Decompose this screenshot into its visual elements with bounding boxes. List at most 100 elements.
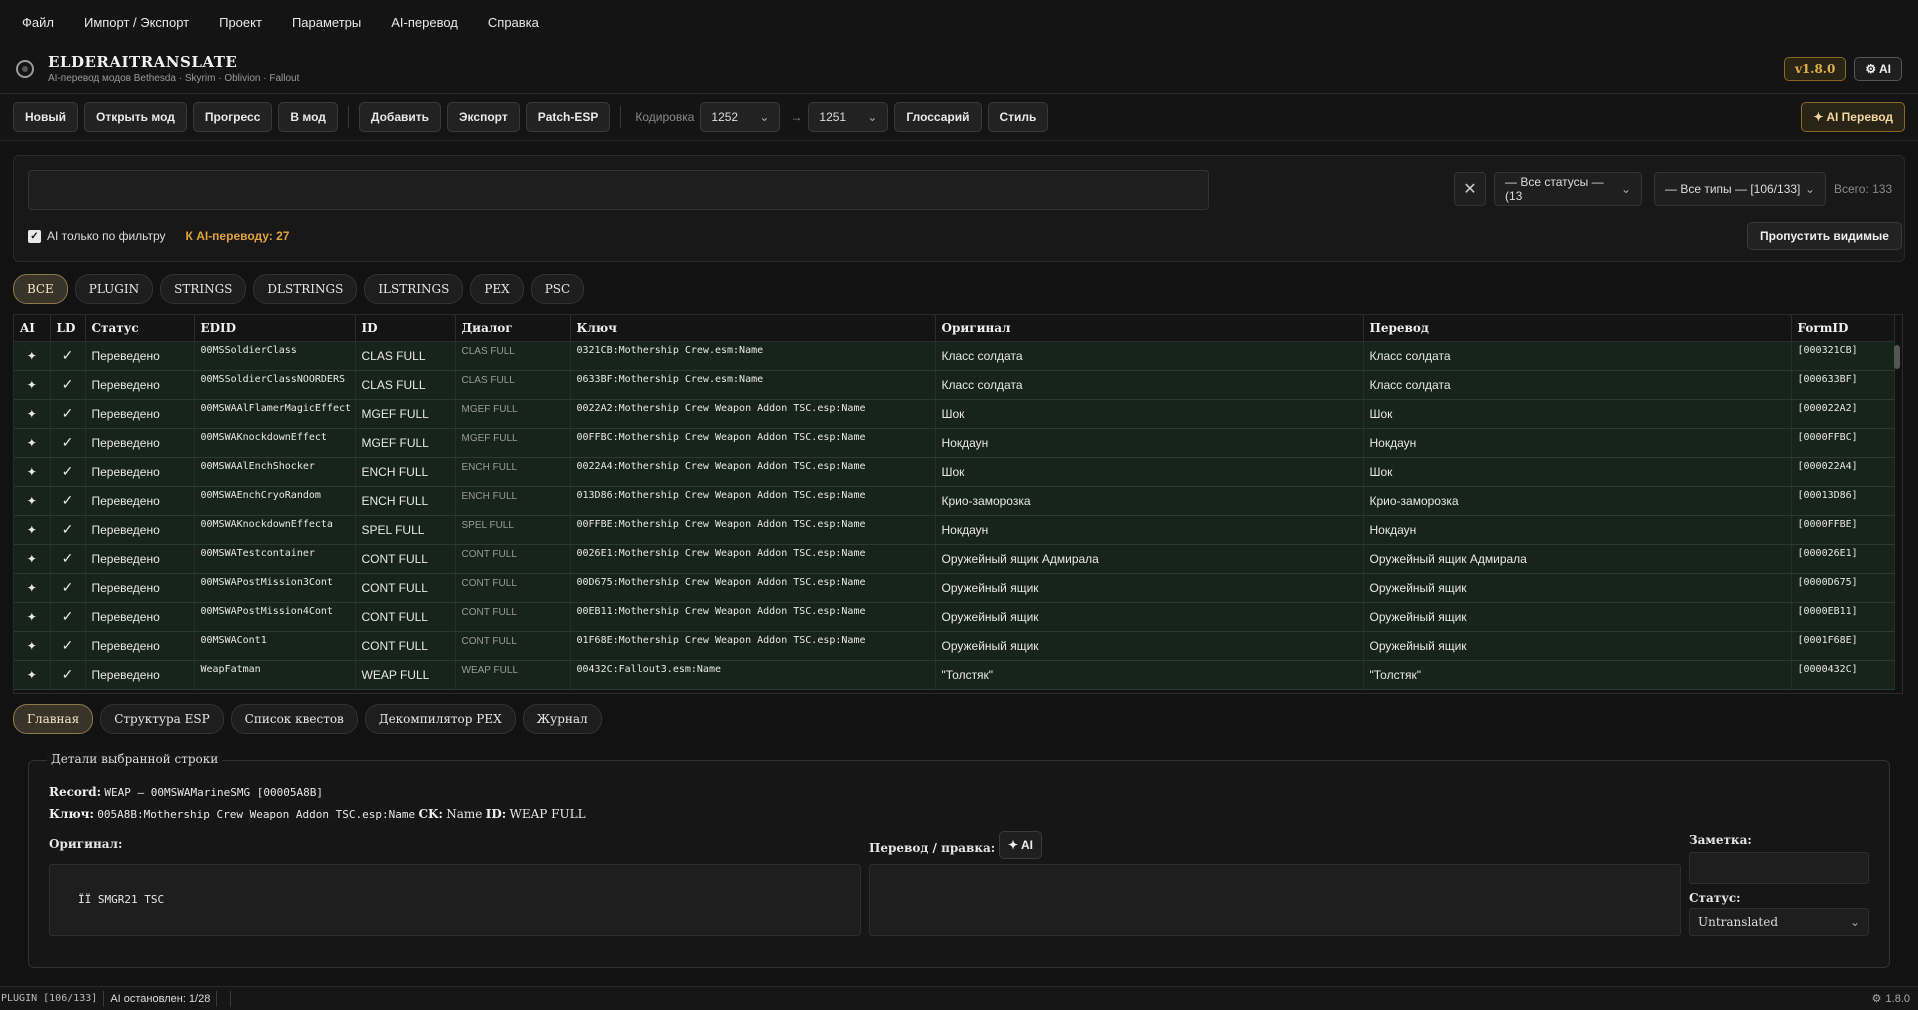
menu-ai-translate[interactable]: AI-перевод [391, 15, 458, 30]
style-button[interactable]: Стиль [987, 102, 1049, 132]
ai-star-icon[interactable]: ✦ [14, 399, 51, 429]
row-id: SPEL FULL [355, 515, 456, 545]
table-row[interactable]: ✦ ✓ Переведено 00MSWAEnchCryoRandom ENCH FUL… [14, 486, 1895, 516]
tab-pex[interactable]: PEX [470, 274, 524, 304]
ai-star-icon[interactable]: ✦ [14, 370, 51, 400]
tab-plugin[interactable]: PLUGIN [74, 274, 154, 304]
row-formid: [00013D86] [1791, 486, 1895, 516]
tab-main[interactable]: Главная [13, 704, 94, 734]
row-status: Переведено [85, 544, 195, 574]
row-dialog: ENCH FULL [455, 486, 571, 516]
tab-dlstrings[interactable]: DLSTRINGS [253, 274, 358, 304]
menu-help[interactable]: Справка [488, 15, 539, 30]
ai-translate-button[interactable]: ✦ AI Перевод [1801, 102, 1905, 132]
row-original: "Толстяк" [935, 660, 1364, 690]
status-filter-select[interactable]: — Все статусы — (13 ⌄ [1494, 172, 1642, 206]
patch-esp-button[interactable]: Patch-ESP [525, 102, 611, 132]
col-ai[interactable]: AI [14, 315, 51, 342]
clear-search-button[interactable]: ✕ [1454, 172, 1486, 206]
type-filter-select[interactable]: — Все типы — [106/133] ⌄ [1654, 172, 1826, 206]
tab-pex-decompiler[interactable]: Декомпилятор PEX [364, 704, 516, 734]
close-icon: ✕ [1463, 181, 1477, 198]
new-button[interactable]: Новый [13, 102, 78, 132]
table-row[interactable]: ✦ ✓ Переведено 00MSWAPostMission4Cont CONT F… [14, 602, 1895, 632]
key-label: Ключ: [49, 807, 94, 821]
status-select[interactable]: Untranslated ⌄ [1689, 908, 1869, 936]
glossary-button[interactable]: Глоссарий [894, 102, 982, 132]
tab-psc[interactable]: PSC [530, 274, 585, 304]
encoding-from-select[interactable]: 1252 ⌄ [700, 102, 781, 132]
tab-strings[interactable]: STRINGS [160, 274, 247, 304]
col-dialog[interactable]: Диалог [455, 315, 571, 342]
table-row[interactable]: ✦ ✓ Переведено 00MSWACont1 CONT FULL CONT FUL… [14, 631, 1895, 661]
tab-log[interactable]: Журнал [522, 704, 602, 734]
menu-settings[interactable]: Параметры [292, 15, 361, 30]
row-original: Класс солдата [935, 341, 1364, 371]
status-bar: PLUGIN [106/133] AI остановлен: 1/28 ⚙ 1… [0, 986, 1918, 1010]
ai-star-icon[interactable]: ✦ [14, 428, 51, 458]
row-dialog: CLAS FULL [455, 341, 571, 371]
row-status: Переведено [85, 428, 195, 458]
ai-star-icon[interactable]: ✦ [14, 457, 51, 487]
row-original: Нокдаун [935, 515, 1364, 545]
col-status[interactable]: Статус [85, 315, 195, 342]
skip-visible-button[interactable]: Пропустить видимые [1747, 222, 1902, 250]
col-edid[interactable]: EDID [194, 315, 356, 342]
row-key: 00D675:Mothership Crew Weapon Addon TSC.… [570, 573, 936, 603]
note-input[interactable] [1689, 852, 1869, 884]
table-row[interactable]: ✦ ✓ Переведено 00MSWAKnockdownEffecta SPEL F… [14, 515, 1895, 545]
menu-import-export[interactable]: Импорт / Экспорт [84, 15, 189, 30]
tab-all[interactable]: ВСЕ [13, 274, 68, 304]
table-row[interactable]: ✦ ✓ Переведено 00MSWAKnockdownEffect MGEF FU… [14, 428, 1895, 458]
tab-esp-structure[interactable]: Структура ESP [100, 704, 224, 734]
table-row[interactable]: ✦ ✓ Переведено 00MSWAAlEnchShocker ENCH FULL… [14, 457, 1895, 487]
record-line: Record: WEAP – 00MSWAMarineSMG [00005A8B… [49, 785, 323, 799]
app-window: Файл Импорт / Экспорт Проект Параметры A… [0, 0, 1918, 1010]
table-row[interactable]: ✦ ✓ Переведено 00MSWATestcontainer CONT FULL… [14, 544, 1895, 574]
table-row[interactable]: ✦ ✓ Переведено WeapFatman WEAP FULL WEAP FULL… [14, 660, 1895, 690]
table-scrollbar[interactable] [1894, 345, 1900, 369]
table-row[interactable]: ✦ ✓ Переведено 00MSSoldierClass CLAS FULL CLA… [14, 341, 1895, 371]
open-mod-button[interactable]: Открыть мод [84, 102, 187, 132]
menu-file[interactable]: Файл [22, 15, 54, 30]
table-row[interactable]: ✦ ✓ Переведено 00MSWAAlFlamerMagicEffect MGE… [14, 399, 1895, 429]
row-status: Переведено [85, 486, 195, 516]
add-button[interactable]: Добавить [358, 102, 442, 132]
col-translation[interactable]: Перевод [1363, 315, 1792, 342]
col-formid[interactable]: FormID [1791, 315, 1895, 342]
to-mod-button[interactable]: В мод [278, 102, 338, 132]
strings-table: AI LD Статус EDID ID Диалог Ключ Оригина… [13, 314, 1903, 694]
tab-ilstrings[interactable]: ILSTRINGS [364, 274, 464, 304]
ai-star-icon[interactable]: ✦ [14, 544, 51, 574]
ai-star-icon[interactable]: ✦ [14, 631, 51, 661]
search-input[interactable] [28, 170, 1209, 210]
ai-star-icon[interactable]: ✦ [14, 341, 51, 371]
progress-button[interactable]: Прогресс [192, 102, 273, 132]
export-button[interactable]: Экспорт [447, 102, 520, 132]
col-key[interactable]: Ключ [570, 315, 936, 342]
row-edid: 00MSWAKnockdownEffect [194, 428, 356, 458]
row-edid: 00MSWAPostMission3Cont [194, 573, 356, 603]
ai-settings-button[interactable]: ⚙ AI [1854, 56, 1902, 81]
ai-star-icon[interactable]: ✦ [14, 602, 51, 632]
ai-only-checkbox[interactable]: ✓ [28, 229, 41, 243]
ai-star-icon[interactable]: ✦ [14, 515, 51, 545]
menu-project[interactable]: Проект [219, 15, 262, 30]
row-edid: 00MSWAAlFlamerMagicEffect [194, 399, 356, 429]
translate-ai-button[interactable]: ✦ AI [999, 831, 1042, 859]
ai-star-icon[interactable]: ✦ [14, 660, 51, 690]
tab-quest-list[interactable]: Список квестов [230, 704, 358, 734]
table-row[interactable]: ✦ ✓ Переведено 00MSWAPostMission3Cont CONT F… [14, 573, 1895, 603]
ai-star-icon[interactable]: ✦ [14, 573, 51, 603]
table-row[interactable]: ✦ ✓ Переведено 00MSSoldierClassNOORDERS CLAS… [14, 370, 1895, 400]
encoding-to-select[interactable]: 1251 ⌄ [808, 102, 889, 132]
col-original[interactable]: Оригинал [935, 315, 1364, 342]
type-filter-value: — Все типы — [106/133] [1665, 182, 1801, 196]
encoding-arrow: → [790, 110, 803, 124]
row-dialog: MGEF FULL [455, 399, 571, 429]
details-legend: Детали выбранной строки [47, 752, 223, 766]
col-id[interactable]: ID [355, 315, 456, 342]
ai-star-icon[interactable]: ✦ [14, 486, 51, 516]
col-ld[interactable]: LD [50, 315, 86, 342]
translation-input[interactable] [869, 864, 1681, 936]
